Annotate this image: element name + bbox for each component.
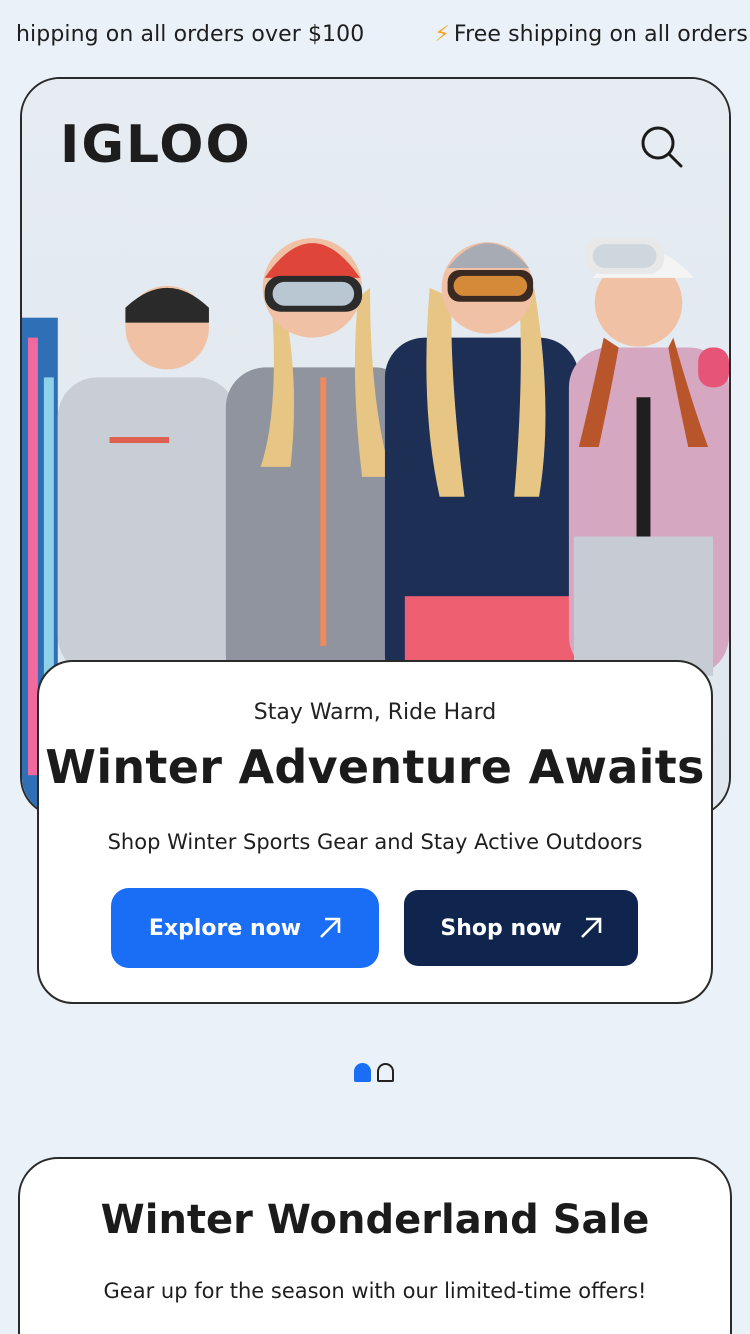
hero-title: Winter Adventure Awaits xyxy=(45,740,705,794)
announcement-item: ⚡ Free shipping on all orders xyxy=(434,22,748,47)
announcement-track: hipping on all orders over $100 ⚡ Free s… xyxy=(16,22,748,47)
shop-now-button[interactable]: Shop now xyxy=(404,890,638,966)
carousel-dot[interactable] xyxy=(377,1063,394,1082)
sale-card: Winter Wonderland Sale Gear up for the s… xyxy=(18,1157,732,1334)
carousel-pagination xyxy=(354,1063,394,1082)
hero-subtitle: Shop Winter Sports Gear and Stay Active … xyxy=(107,830,643,854)
hero-content-card: Stay Warm, Ride Hard Winter Adventure Aw… xyxy=(37,660,713,1004)
arrow-up-right-icon xyxy=(580,917,601,938)
carousel-dot-active[interactable] xyxy=(354,1063,371,1082)
announcement-text: hipping on all orders over $100 xyxy=(16,22,365,47)
brand-logo[interactable]: IGLOO xyxy=(60,115,252,175)
announcement-item: hipping on all orders over $100 xyxy=(16,22,364,47)
sale-title: Winter Wonderland Sale xyxy=(100,1197,650,1243)
announcement-text: Free shipping on all orders xyxy=(453,22,748,47)
lightning-bolt-icon: ⚡ xyxy=(434,22,450,47)
shop-now-label: Shop now xyxy=(440,915,562,941)
announcement-bar: hipping on all orders over $100 ⚡ Free s… xyxy=(0,0,750,76)
arrow-up-right-icon xyxy=(320,917,341,938)
explore-now-button[interactable]: Explore now xyxy=(111,888,379,968)
explore-now-label: Explore now xyxy=(148,915,302,941)
search-icon[interactable] xyxy=(636,121,688,173)
sale-subtitle: Gear up for the season with our limited-… xyxy=(103,1279,647,1303)
hero-eyebrow: Stay Warm, Ride Hard xyxy=(253,700,497,725)
